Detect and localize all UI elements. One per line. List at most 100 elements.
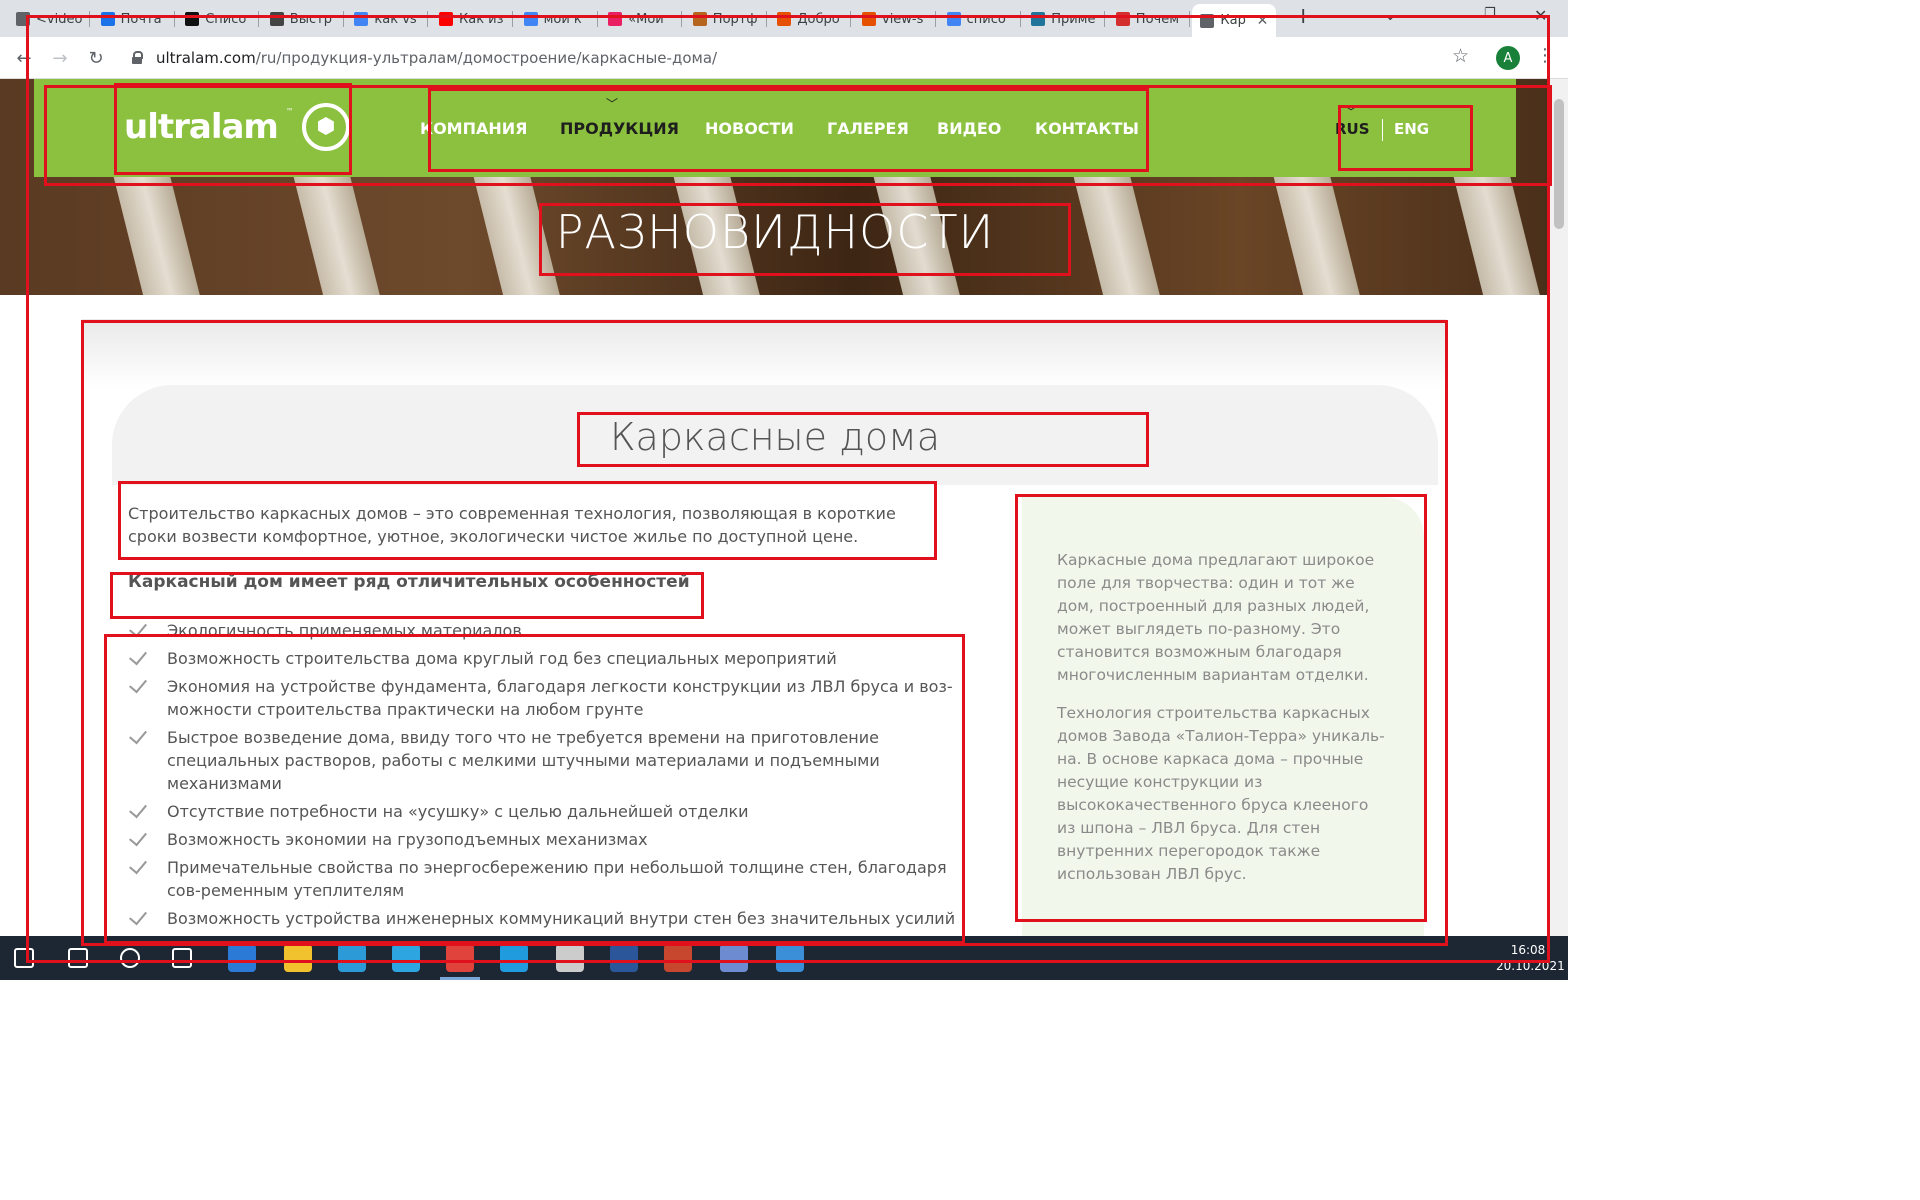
feature-item: Примечательные свойства по энергосбереже… [128,856,968,902]
telegram-icon[interactable] [392,944,420,972]
generic-icon [16,12,30,26]
browser-tab[interactable]: Кар ✕ [1192,4,1277,37]
side-paragraph-1: Каркасные дома предлагают широкое поле д… [1057,551,1375,684]
feature-item: Экономия на устройстве фундамента, благо… [128,675,968,721]
tab-label: «Мои [628,11,664,27]
photos-icon[interactable] [776,944,804,972]
check-icon [128,726,152,746]
close-tab-icon[interactable]: ✕ [1257,13,1269,29]
check-icon [128,647,152,667]
feature-item: Отсутствие потребности на «усушку» с цел… [128,800,968,823]
browser-tab[interactable]: Портф [685,6,767,32]
ie-icon[interactable] [500,944,528,972]
z-icon [608,12,623,26]
triangle-icon [862,12,876,26]
page-title: Каркасные дома [609,415,941,459]
word-icon[interactable] [610,944,638,972]
browser-tab[interactable]: Почем [1108,6,1190,32]
clock-date: 20.10.2021 [1496,959,1565,973]
chrome-icon[interactable] [446,944,474,972]
bookmark-star-icon[interactable]: ☆ [1452,45,1469,67]
chart-icon [269,12,284,26]
screen: { "browser": { "tabs": [ {"label": "<vid… [0,0,1568,980]
browser-menu-icon[interactable]: ⋮ [1536,45,1554,66]
qb-icon[interactable] [720,944,748,972]
nav-item-video[interactable]: ВИДЕО [937,119,1001,138]
browser-tab[interactable]: view-s [854,6,936,32]
nav-item-contacts[interactable]: КОНТАКТЫ [1035,119,1139,138]
browser-tab[interactable]: «Мои [600,6,683,32]
forward-icon[interactable]: → [48,46,72,70]
browser-tab[interactable]: <video [8,6,90,32]
lock-icon[interactable] [132,51,143,64]
browser-tab[interactable]: как vs [346,6,429,32]
lang-rus-link[interactable]: RUS [1335,120,1370,138]
features-heading: Каркасный дом имеет ряд отличительных ос… [128,572,690,592]
title-band: Каркасные дома [112,385,1438,485]
edge-icon[interactable] [338,944,366,972]
logo-text: ultralam [124,107,279,147]
close-window-icon[interactable]: ✕ [1534,6,1547,25]
browser-tab[interactable]: Как из [431,6,513,32]
tab-label: мои к [543,11,582,27]
site-header: ultralam ™ КОМПАНИЯ ﹀ ПРОДУКЦИЯ НОВОСТИ … [34,79,1516,177]
tab-label: Почта [120,11,162,27]
browser-tab[interactable]: Приме [1023,6,1106,32]
browser-tab[interactable]: Выстр [262,6,344,32]
nav-item-gallery[interactable]: ГАЛЕРЕЯ [827,119,909,138]
browser-toolbar: ← → ↻ ultralam.com/ru/продукция-ультрала… [0,37,1568,79]
search-icon[interactable] [68,948,88,968]
scrollbar-thumb[interactable] [1554,99,1564,229]
check-icon [128,675,152,695]
profile-avatar[interactable]: A [1496,46,1520,70]
portfolio-icon [692,12,707,26]
explorer-icon[interactable] [284,944,312,972]
restore-window-icon[interactable]: ❐ [1484,6,1496,21]
settings-icon[interactable] [556,944,584,972]
feature-text: Быстрое возведение дома, ввиду того что … [167,728,880,793]
reload-icon[interactable]: ↻ [84,46,108,70]
vscode-icon[interactable] [228,944,256,972]
system-clock[interactable]: 16:08 20.10.2021 [1496,942,1565,974]
browser-tab[interactable]: Почта [93,6,175,32]
page-viewport: РАЗНОВИДНОСТИ ultralam ™ КОМПАНИЯ ﹀ ПРОД… [0,79,1550,936]
feature-text: Примечательные свойства по энергосбереже… [167,858,947,900]
git-icon[interactable] [664,944,692,972]
nav-item-products[interactable]: ПРОДУКЦИЯ [560,119,679,138]
feature-item: Возможность экономии на грузоподъемных м… [128,828,968,851]
browser-tab[interactable]: Списо [177,6,260,32]
address-bar[interactable]: ultralam.com/ru/продукция-ультралам/домо… [118,42,1488,74]
windows-taskbar: 16:08 20.10.2021 [0,936,1568,980]
browser-tab[interactable]: Добро [769,6,852,32]
url-text[interactable]: ultralam.com/ru/продукция-ультралам/домо… [156,49,717,67]
new-tab-button[interactable]: + [1294,4,1312,29]
cortana-icon[interactable] [120,948,140,968]
card-shadow [82,319,1446,389]
start-icon[interactable] [14,948,34,968]
nav-item-news[interactable]: НОВОСТИ [705,119,794,138]
mail-icon [100,12,115,26]
triangle-icon [777,12,792,26]
browser-tab[interactable]: списо [939,6,1021,32]
page-scrollbar[interactable] [1550,79,1568,936]
site-logo[interactable]: ultralam ™ [124,103,350,151]
url-host: ultralam.com [156,49,256,67]
tab-label: Списо [205,11,247,27]
check-icon [128,619,152,639]
tab-search-icon[interactable]: ⌄ [1384,6,1397,24]
feature-item: Возможность строительства дома круглый г… [128,647,968,670]
lang-chevron-icon: ﹀ [1345,105,1358,119]
google-icon [523,12,538,26]
grid-icon [1115,12,1130,26]
task-view-icon[interactable] [172,948,192,968]
clock-time: 16:08 [1510,943,1546,957]
google-icon [354,12,369,26]
browser-tab[interactable]: мои к [516,6,598,32]
feature-text: Возможность устройства инженерных коммун… [167,909,956,928]
lang-eng-link[interactable]: ENG [1394,120,1429,138]
feature-text: Отсутствие потребности на «усушку» с цел… [167,802,749,821]
youtube-icon [439,12,453,26]
side-info-box: Каркасные дома предлагают широкое поле д… [1022,497,1424,936]
back-icon[interactable]: ← [12,46,36,70]
nav-item-company[interactable]: КОМПАНИЯ [420,119,527,138]
